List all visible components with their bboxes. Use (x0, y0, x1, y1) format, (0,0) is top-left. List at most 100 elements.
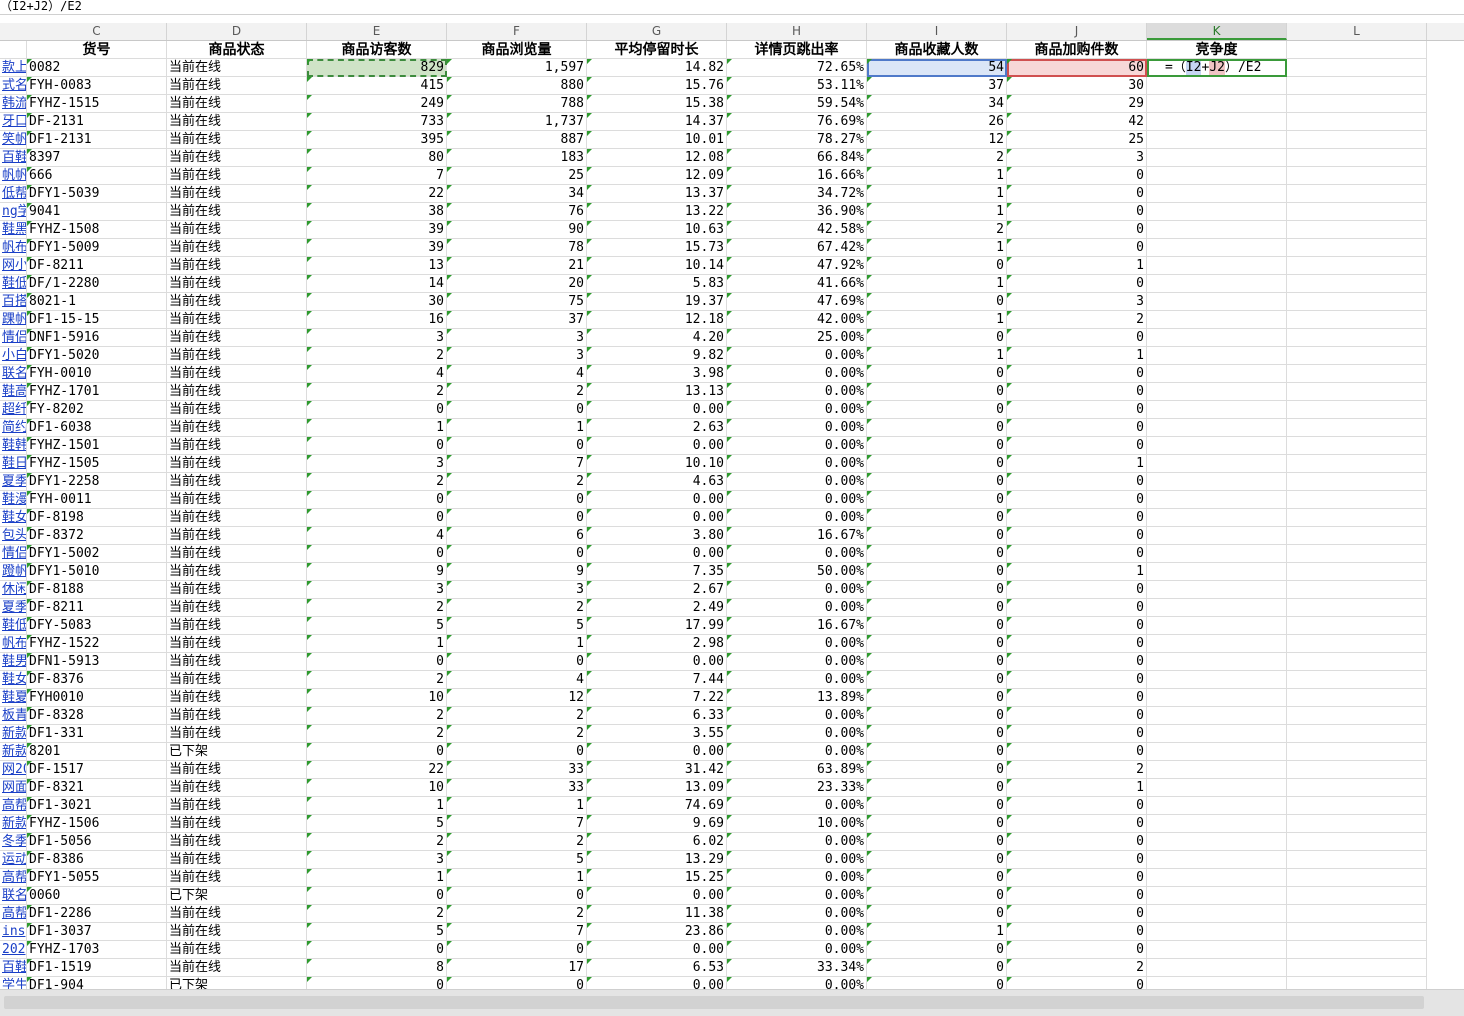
value-cell-j[interactable]: 0 (1007, 635, 1147, 653)
value-cell-f[interactable]: 12 (447, 689, 587, 707)
empty-cell-l[interactable] (1287, 257, 1427, 275)
value-cell-f[interactable]: 1,597 (447, 59, 587, 77)
value-cell-j[interactable]: 1 (1007, 347, 1147, 365)
value-cell-j[interactable]: 0 (1007, 923, 1147, 941)
sku-cell[interactable]: DF-8386 (27, 851, 167, 869)
value-cell-j[interactable]: 0 (1007, 437, 1147, 455)
value-cell-f[interactable]: 1 (447, 869, 587, 887)
header-cell-l[interactable] (1287, 41, 1427, 59)
sku-cell[interactable]: DFY1-5039 (27, 185, 167, 203)
status-cell[interactable]: 当前在线 (167, 509, 307, 527)
value-cell-i[interactable]: 0 (867, 725, 1007, 743)
sku-cell[interactable]: DFY1-5002 (27, 545, 167, 563)
product-link-cell[interactable]: 百鞋男 (0, 149, 27, 167)
value-cell-e[interactable]: 829 (307, 59, 447, 77)
competition-cell[interactable] (1147, 743, 1287, 761)
empty-cell-l[interactable] (1287, 905, 1427, 923)
value-cell-g[interactable]: 2.63 (587, 419, 727, 437)
sku-cell[interactable]: 8397 (27, 149, 167, 167)
value-cell-g[interactable]: 6.33 (587, 707, 727, 725)
value-cell-j[interactable]: 0 (1007, 707, 1147, 725)
value-cell-i[interactable]: 26 (867, 113, 1007, 131)
value-cell-h[interactable]: 36.90% (727, 203, 867, 221)
competition-cell[interactable] (1147, 455, 1287, 473)
value-cell-i[interactable]: 1 (867, 275, 1007, 293)
value-cell-e[interactable]: 395 (307, 131, 447, 149)
value-cell-j[interactable]: 0 (1007, 383, 1147, 401)
value-cell-e[interactable]: 3 (307, 851, 447, 869)
competition-cell[interactable] (1147, 689, 1287, 707)
value-cell-e[interactable]: 5 (307, 923, 447, 941)
status-cell[interactable]: 当前在线 (167, 689, 307, 707)
value-cell-e[interactable]: 39 (307, 221, 447, 239)
column-header-i[interactable]: I (867, 23, 1007, 40)
sku-cell[interactable]: DF1-331 (27, 725, 167, 743)
column-header-g[interactable]: G (587, 23, 727, 40)
competition-cell[interactable] (1147, 221, 1287, 239)
status-cell[interactable]: 当前在线 (167, 455, 307, 473)
value-cell-i[interactable]: 1 (867, 923, 1007, 941)
column-header-c[interactable]: C (27, 23, 167, 40)
sku-cell[interactable]: DF-8321 (27, 779, 167, 797)
value-cell-h[interactable]: 42.58% (727, 221, 867, 239)
value-cell-f[interactable]: 33 (447, 779, 587, 797)
value-cell-f[interactable]: 3 (447, 329, 587, 347)
value-cell-j[interactable]: 29 (1007, 95, 1147, 113)
header-cell-b[interactable] (0, 41, 27, 59)
value-cell-h[interactable]: 0.00% (727, 365, 867, 383)
value-cell-g[interactable]: 3.80 (587, 527, 727, 545)
product-link-cell[interactable]: 冬季 (0, 833, 27, 851)
header-cell[interactable]: 商品状态 (167, 41, 307, 59)
competition-cell[interactable] (1147, 437, 1287, 455)
value-cell-e[interactable]: 10 (307, 779, 447, 797)
value-cell-j[interactable]: 30 (1007, 77, 1147, 95)
status-cell[interactable]: 当前在线 (167, 833, 307, 851)
competition-cell[interactable] (1147, 977, 1287, 989)
value-cell-i[interactable]: 0 (867, 779, 1007, 797)
sku-cell[interactable]: DF-8376 (27, 671, 167, 689)
value-cell-h[interactable]: 0.00% (727, 869, 867, 887)
value-cell-h[interactable]: 16.67% (727, 527, 867, 545)
value-cell-e[interactable]: 30 (307, 293, 447, 311)
status-cell[interactable]: 当前在线 (167, 59, 307, 77)
sku-cell[interactable]: DF1-3021 (27, 797, 167, 815)
value-cell-g[interactable]: 7.35 (587, 563, 727, 581)
value-cell-j[interactable]: 3 (1007, 149, 1147, 167)
value-cell-h[interactable]: 16.67% (727, 617, 867, 635)
header-cell[interactable]: 商品访客数 (307, 41, 447, 59)
value-cell-e[interactable]: 0 (307, 509, 447, 527)
sku-cell[interactable]: FYH-0083 (27, 77, 167, 95)
value-cell-g[interactable]: 15.73 (587, 239, 727, 257)
empty-cell-l[interactable] (1287, 761, 1427, 779)
value-cell-e[interactable]: 80 (307, 149, 447, 167)
product-link-cell[interactable]: 网202 (0, 761, 27, 779)
value-cell-j[interactable]: 0 (1007, 977, 1147, 989)
empty-cell-l[interactable] (1287, 221, 1427, 239)
header-cell[interactable]: 商品收藏人数 (867, 41, 1007, 59)
empty-cell-l[interactable] (1287, 635, 1427, 653)
value-cell-i[interactable]: 0 (867, 671, 1007, 689)
value-cell-e[interactable]: 1 (307, 797, 447, 815)
formula-bar[interactable]: （I2+J2）/E2 (0, 0, 1464, 15)
value-cell-g[interactable]: 10.10 (587, 455, 727, 473)
empty-cell-l[interactable] (1287, 437, 1427, 455)
value-cell-j[interactable]: 0 (1007, 599, 1147, 617)
status-cell[interactable]: 当前在线 (167, 95, 307, 113)
product-link-cell[interactable]: 笑帆 (0, 131, 27, 149)
value-cell-j[interactable]: 42 (1007, 113, 1147, 131)
status-cell[interactable]: 当前在线 (167, 581, 307, 599)
value-cell-e[interactable]: 8 (307, 959, 447, 977)
value-cell-g[interactable]: 9.82 (587, 347, 727, 365)
value-cell-e[interactable]: 14 (307, 275, 447, 293)
value-cell-i[interactable]: 0 (867, 797, 1007, 815)
value-cell-g[interactable]: 15.25 (587, 869, 727, 887)
product-link-cell[interactable]: 高帮 (0, 797, 27, 815)
competition-cell[interactable] (1147, 185, 1287, 203)
value-cell-e[interactable]: 4 (307, 365, 447, 383)
value-cell-h[interactable]: 0.00% (727, 977, 867, 989)
value-cell-e[interactable]: 5 (307, 617, 447, 635)
value-cell-j[interactable]: 2 (1007, 761, 1147, 779)
empty-cell-l[interactable] (1287, 131, 1427, 149)
value-cell-f[interactable]: 0 (447, 977, 587, 989)
product-link-cell[interactable]: 鞋黑 (0, 221, 27, 239)
